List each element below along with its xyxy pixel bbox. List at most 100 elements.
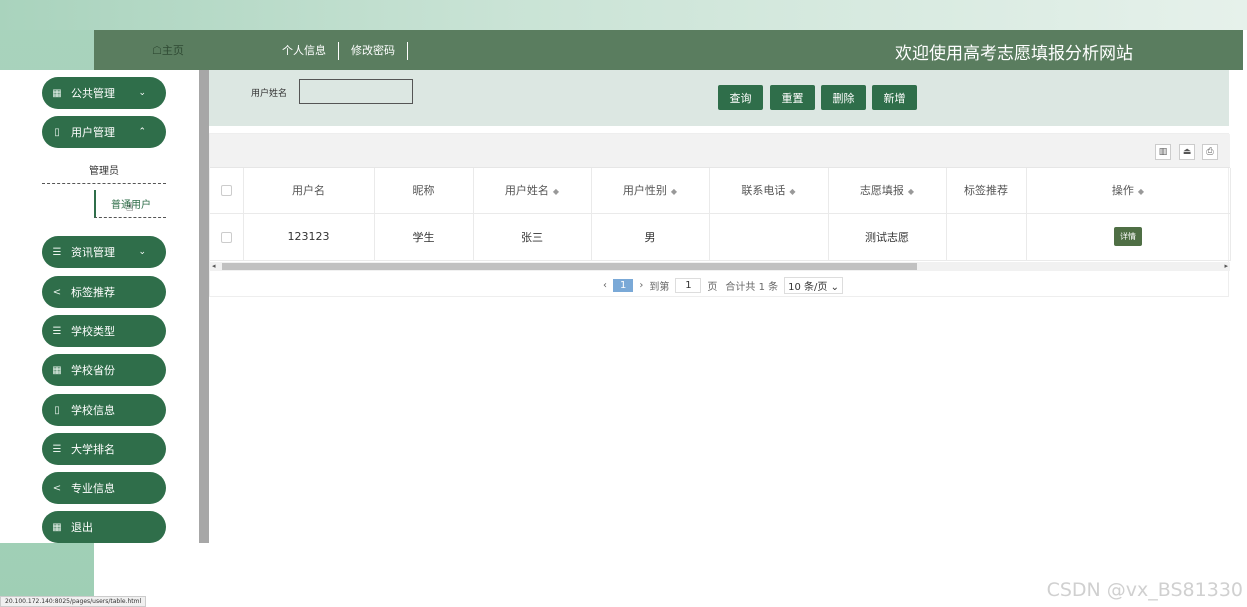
next-page-icon[interactable]: › [639,280,643,291]
sidebar-item-label: 标签推荐 [71,286,115,299]
sidebar-item-label: 用户管理 [71,126,115,139]
grid-icon: ▦ [52,364,62,376]
scroll-thumb[interactable] [222,263,917,270]
grid-icon: ▦ [52,521,62,533]
site-title: 欢迎使用高考志愿填报分析网站 [895,44,1133,64]
sort-icon[interactable]: ◆ [789,187,795,196]
reset-button[interactable]: 重置 [770,85,815,110]
book-icon: ▯ [54,404,60,416]
search-input[interactable] [299,79,413,104]
column-label: 用户性别 [622,184,667,198]
cell-tags [946,213,1027,261]
grid-icon: ▦ [52,87,62,99]
goto-label: 到第 [649,281,670,293]
home-link[interactable]: ☖主页 [152,42,184,58]
cell-realname: 张三 [473,213,592,261]
table-header-row: 用户名 昵称 用户姓名 ◆ 用户性别 ◆ 联系电话 ◆ 志愿填报 ◆ 标签推荐 操作 ◆ [210,168,1231,214]
page-size-select[interactable]: 10 条/页 ⌄ [784,276,843,294]
goto-page-input[interactable]: 1 [675,277,702,293]
cell-username: 123123 [243,213,375,261]
horizontal-scrollbar[interactable]: ◂ ▸ [210,262,1230,271]
chevron-down-icon: ⌄ [138,247,146,257]
list-icon: ☰ [52,443,62,455]
scroll-left-icon[interactable]: ◂ [212,262,216,271]
top-header: ☖主页 个人信息 修改密码 欢迎使用高考志愿填报分析网站 [94,30,1243,70]
chevron-up-icon: ⌃ [138,127,146,137]
column-header-tags: 标签推荐 [946,168,1027,214]
column-header-phone[interactable]: 联系电话 ◆ [709,168,829,214]
column-header-nickname: 昵称 [374,168,474,214]
sidebar-item-label: 公共管理 [71,87,115,100]
column-label: 昵称 [412,184,435,198]
column-label: 用户名 [292,184,325,198]
column-header-realname[interactable]: 用户姓名 ◆ [473,168,592,214]
list-icon: ☰ [52,325,62,337]
share-icon: < [52,286,62,298]
export-icon[interactable]: ⏏ [1179,144,1195,160]
status-bar-url: 20.100.172.140:8025/pages/users/table.ht… [0,596,147,607]
column-label: 用户姓名 [504,184,549,198]
cell-gender: 男 [591,213,710,261]
row-select-cell [210,213,244,261]
scroll-right-icon[interactable]: ▸ [1224,262,1228,271]
sidebar-item-tag-recommend[interactable]: < 标签推荐 [42,276,166,308]
table-toolbar: ▥ ⏏ ⎙ [210,134,1230,168]
row-checkbox[interactable] [220,231,232,243]
sort-icon[interactable]: ◆ [908,187,914,196]
sidebar-item-news[interactable]: ☰ 资讯管理 ⌄ [42,236,166,268]
select-all-checkbox[interactable] [220,185,232,197]
query-button[interactable]: 查询 [718,85,763,110]
current-page[interactable]: 1 [613,278,634,292]
print-icon[interactable]: ⎙ [1202,144,1218,160]
columns-icon[interactable]: ▥ [1155,144,1171,160]
mouse-cursor-icon: ☝ [126,200,134,214]
search-area: 用户姓名 查询 重置 删除 新增 [209,70,1229,126]
sidebar-item-label: 大学排名 [71,443,115,456]
sidebar-item-school-info[interactable]: ▯ 学校信息 [42,394,166,426]
sidebar-item-label: 退出 [71,521,93,534]
sidebar-item-university-ranking[interactable]: ☰ 大学排名 [42,433,166,465]
sidebar-item-school-type[interactable]: ☰ 学校类型 [42,315,166,347]
nav-change-password[interactable]: 修改密码 [339,42,408,60]
sidebar-item-label: 学校信息 [71,404,115,417]
watermark: CSDN @vx_BS81330 [1046,579,1243,601]
column-header-action[interactable]: 操作 ◆ [1026,168,1231,214]
sidebar-item-label: 专业信息 [71,482,115,495]
sidebar-item-school-province[interactable]: ▦ 学校省份 [42,354,166,386]
cell-nickname: 学生 [374,213,474,261]
sort-icon[interactable]: ◆ [671,187,677,196]
chevron-down-icon: ⌄ [138,88,146,98]
column-header-gender[interactable]: 用户性别 ◆ [591,168,710,214]
prev-page-icon[interactable]: ‹ [603,280,607,291]
detail-button[interactable]: 详情 [1114,227,1142,246]
total-count: 合计共 1 条 [725,281,779,293]
table-row: 123123 学生 张三 男 测试志愿 详情 [210,213,1231,261]
sort-icon[interactable]: ◆ [553,187,559,196]
sidebar-divider [199,70,209,543]
sidebar-subitem-admin[interactable]: 管理员 [42,156,166,184]
data-table: 用户名 昵称 用户姓名 ◆ 用户性别 ◆ 联系电话 ◆ 志愿填报 ◆ 标签推荐 操作 ◆ … [210,168,1231,261]
app-root: ☖主页 个人信息 修改密码 欢迎使用高考志愿填报分析网站 ▦ 公共管理 ⌄ ▯ … [0,0,1247,607]
cell-phone [709,213,829,261]
sort-icon[interactable]: ◆ [1138,187,1144,196]
book-icon: ▯ [54,126,60,138]
table-panel: ▥ ⏏ ⎙ 用户名 昵称 用户姓名 ◆ 用户性别 ◆ 联系电话 ◆ 志愿填报 ◆ 标签推… [209,133,1231,297]
sidebar-item-major-info[interactable]: < 专业信息 [42,472,166,504]
sidebar-item-label: 学校类型 [71,325,115,338]
sidebar-item-users[interactable]: ▯ 用户管理 ⌃ [42,116,166,148]
column-header-username: 用户名 [243,168,375,214]
delete-button[interactable]: 删除 [821,85,866,110]
search-label: 用户姓名 [251,89,288,99]
column-label: 联系电话 [741,184,786,198]
column-label: 操作 [1111,184,1134,198]
add-button[interactable]: 新增 [872,85,917,110]
column-header-volunteer[interactable]: 志愿填报 ◆ [828,168,947,214]
nav-profile[interactable]: 个人信息 [270,42,339,60]
sidebar-item-label: 资讯管理 [71,246,115,259]
list-icon: ☰ [52,246,62,258]
column-label: 志愿填报 [859,184,904,198]
sidebar-item-label: 学校省份 [71,364,115,377]
background-top [0,0,1247,30]
sidebar-item-public[interactable]: ▦ 公共管理 ⌄ [42,77,166,109]
sidebar-item-logout[interactable]: ▦ 退出 [42,511,166,543]
